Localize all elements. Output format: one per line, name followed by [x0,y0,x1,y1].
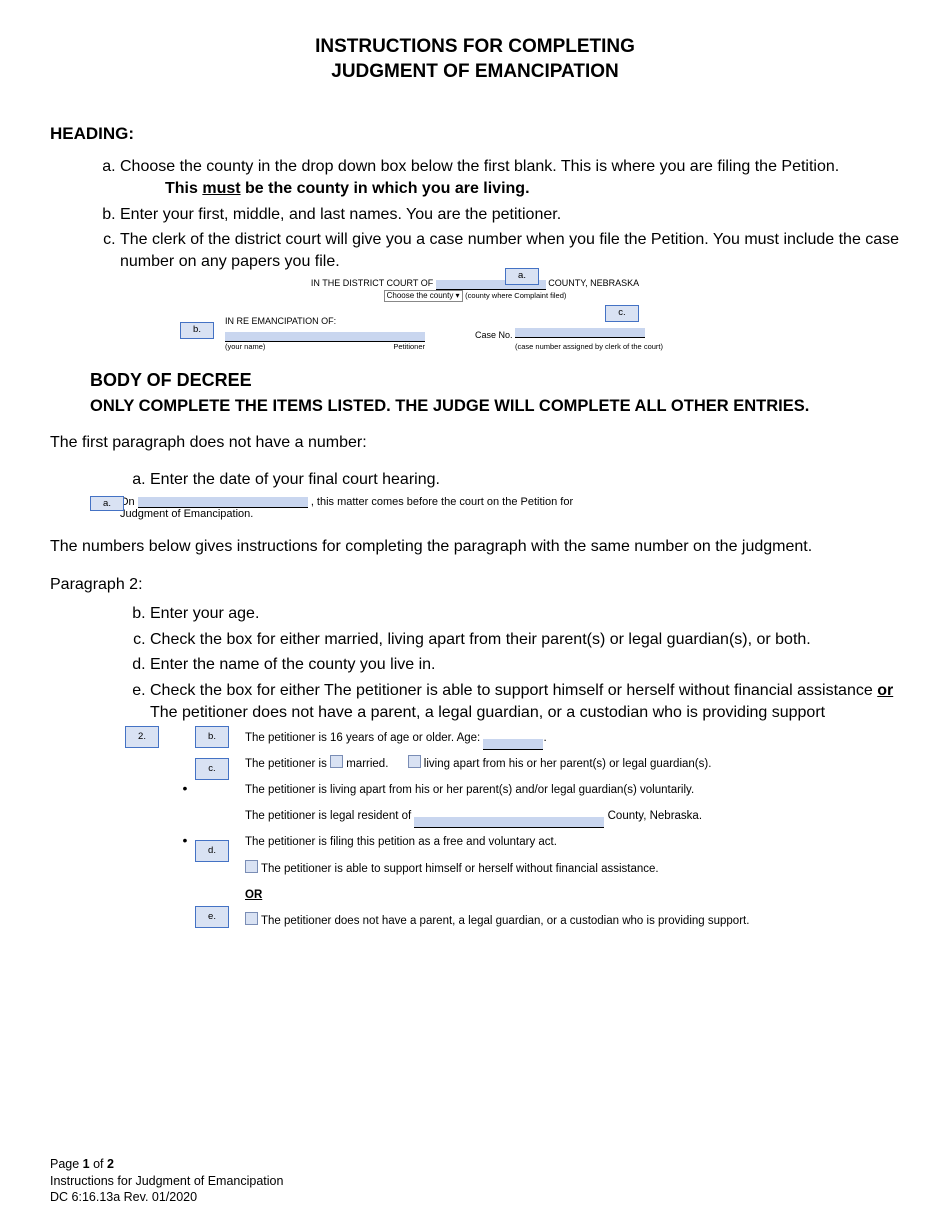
heading-section-title: HEADING: [50,124,900,144]
document-title: INSTRUCTIONS FOR COMPLETING JUDGMENT OF … [50,35,900,84]
title-line-2: JUDGMENT OF EMANCIPATION [50,60,900,85]
checkbox-no-parent[interactable] [245,912,258,925]
footer-of: of [90,1157,107,1171]
your-name-caption: (your name) [225,342,265,352]
para2-e-prefix: Check the box for either The petitioner … [150,682,877,699]
excerpt-a-line2: Judgment of Emancipation. [120,508,740,520]
heading-item-b: Enter your first, middle, and last names… [120,204,900,226]
married-prefix: The petitioner is [245,758,330,770]
in-re-label: IN RE EMANCIPATION OF: [225,316,336,326]
county-select-note: (county where Complaint filed) [465,291,566,300]
married-label: married. [346,758,388,770]
name-blank[interactable] [225,332,425,342]
excerpt-paragraph-2: 2. b. c. d. e. The petitioner is 16 year… [165,728,805,933]
county-select[interactable]: Choose the county ▾ [384,290,463,302]
excerpt-first-paragraph: a. On , this matter comes before the cou… [120,496,740,520]
para2-instructions-list: Enter your age. Check the box for either… [120,603,900,723]
county-select-label: Choose the county [387,291,454,300]
numbers-intro: The numbers below gives instructions for… [50,536,900,558]
age-prefix: The petitioner is 16 years of age or old… [245,732,480,744]
case-no-label: Case No. [475,330,513,340]
bullet-icon: • [183,832,188,848]
footer-page-num: 1 [83,1157,90,1171]
no-parent-text: The petitioner does not have a parent, a… [261,915,749,927]
first-para-item-a: Enter the date of your final court heari… [150,469,900,491]
case-no-blank[interactable] [515,328,645,338]
callout-c: c. [605,305,639,321]
body-of-decree-heading: BODY OF DECREE [90,370,900,391]
paragraph-2-label: Paragraph 2: [50,574,900,596]
footer-page-prefix: Page [50,1157,83,1171]
petitioner-caption: Petitioner [393,342,425,352]
court-prefix: IN THE DISTRICT COURT OF [311,278,433,288]
footer-page-total: 2 [107,1157,114,1171]
body-of-decree-sub: ONLY COMPLETE THE ITEMS LISTED. THE JUDG… [90,397,900,416]
heading-instructions-list: Choose the county in the drop down box b… [90,156,900,272]
support-self-text: The petitioner is able to support himsel… [261,863,659,875]
callout-d-excerpt: d. [195,840,229,862]
para2-item-b: Enter your age. [150,603,900,625]
para2-e-suffix: The petitioner does not have a parent, a… [150,704,825,721]
age-suffix: . [543,732,546,744]
para2-item-c: Check the box for either married, living… [150,629,900,651]
para2-e-underlined: or [877,682,893,699]
heading-a-sub-underlined: must [202,180,240,197]
page-footer: Page 1 of 2 Instructions for Judgment of… [50,1156,283,1205]
footer-line3: DC 6:16.13a Rev. 01/2020 [50,1189,283,1205]
resident-suffix: County, Nebraska. [608,810,702,822]
checkbox-support-self[interactable] [245,860,258,873]
date-blank[interactable] [138,497,308,508]
bullet-icon: • [183,780,188,796]
footer-page: Page 1 of 2 [50,1156,283,1172]
county-resident-blank[interactable] [414,817,604,828]
callout-a-excerpt: a. [90,496,124,511]
heading-form-excerpt: a. b. c. IN THE DISTRICT COURT OF COUNTY… [225,278,725,352]
callout-2: 2. [125,726,159,748]
callout-b: b. [180,322,214,338]
heading-item-a: Choose the county in the drop down box b… [120,156,900,199]
footer-line2: Instructions for Judgment of Emancipatio… [50,1173,283,1189]
heading-item-a-sub: This must be the county in which you are… [165,178,900,200]
para2-item-e: Check the box for either The petitioner … [150,680,900,723]
after-date-text: , this matter comes before the court on … [311,496,573,508]
case-no-note: (case number assigned by clerk of the co… [515,342,725,352]
heading-item-a-text: Choose the county in the drop down box b… [120,158,839,175]
para2-item-d: Enter the name of the county you live in… [150,654,900,676]
checkbox-living-apart[interactable] [408,755,421,768]
heading-item-c: The clerk of the district court will giv… [120,229,900,272]
age-blank[interactable] [483,739,543,750]
resident-prefix: The petitioner is legal resident of [245,810,411,822]
county-nebraska: COUNTY, NEBRASKA [548,278,639,288]
callout-c-excerpt: c. [195,758,229,780]
free-act-text: The petitioner is filing this petition a… [245,832,805,854]
or-label: OR [245,885,805,907]
heading-a-sub-suffix: be the county in which you are living. [241,180,530,197]
first-para-intro: The first paragraph does not have a numb… [50,432,900,454]
callout-a: a. [505,268,539,284]
living-apart-label: living apart from his or her parent(s) o… [424,758,712,770]
callout-b-excerpt: b. [195,726,229,748]
checkbox-married[interactable] [330,755,343,768]
first-para-list: Enter the date of your final court heari… [120,469,900,491]
voluntarily-text: The petitioner is living apart from his … [245,780,805,802]
heading-a-sub-prefix: This [165,180,202,197]
callout-e-excerpt: e. [195,906,229,928]
title-line-1: INSTRUCTIONS FOR COMPLETING [50,35,900,60]
